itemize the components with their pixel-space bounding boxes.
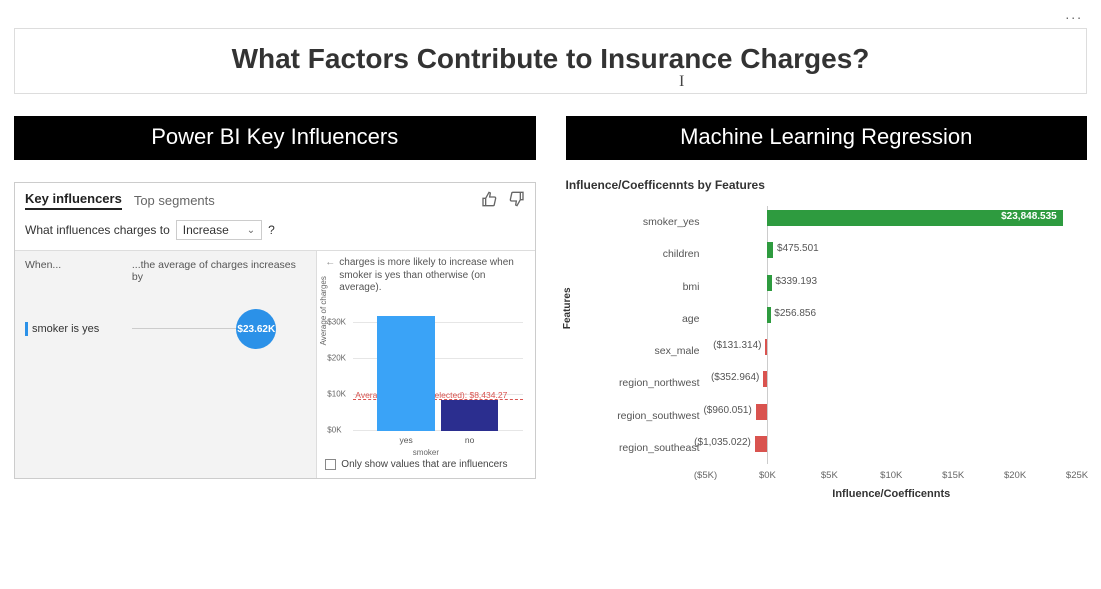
ml-row-region_northwest[interactable]: region_northwest($352.964) (706, 367, 1078, 399)
ml-row-region_southeast[interactable]: region_southeast($1,035.022) (706, 432, 1078, 464)
tab-top-segments[interactable]: Top segments (134, 193, 215, 208)
ml-bar (767, 307, 770, 323)
ml-xtick: $10K (880, 470, 902, 481)
ml-row-bmi[interactable]: bmi$339.193 (706, 271, 1078, 303)
ml-row-smoker_yes[interactable]: smoker_yes$23,848.535 (706, 206, 1078, 238)
xlabel-yes: yes (377, 435, 435, 445)
help-icon[interactable]: ? (268, 223, 275, 237)
left-section-header: Power BI Key Influencers (14, 116, 536, 160)
text-cursor: I (679, 73, 684, 91)
right-section-header: Machine Learning Regression (566, 116, 1088, 160)
chevron-down-icon: ⌄ (247, 225, 255, 236)
influencer-factor: smoker is yes (32, 323, 99, 335)
ml-category-label: region_southeast (619, 442, 706, 454)
influencers-list: When... ...the average of charges increa… (15, 251, 316, 478)
ytick-0: $0K (327, 425, 341, 434)
ml-xtick: $5K (821, 470, 838, 481)
bar-no[interactable] (441, 400, 499, 430)
explanation-text: charges is more likely to increase when … (339, 257, 526, 295)
ml-bar-chart: Features smoker_yes$23,848.535children$4… (566, 200, 1088, 500)
only-influencers-label: Only show values that are influencers (341, 459, 507, 470)
increases-header: ...the average of charges increases by (132, 259, 306, 283)
tab-key-influencers[interactable]: Key influencers (25, 191, 122, 210)
explanation-panel: ← charges is more likely to increase whe… (316, 251, 534, 478)
influencer-row[interactable]: smoker is yes $23.62K (25, 309, 306, 349)
xlabel-no: no (441, 435, 499, 445)
ml-yaxis-label: Features (562, 287, 573, 329)
ml-bar (765, 339, 767, 355)
ml-bar (767, 242, 773, 258)
ml-category-label: bmi (683, 281, 706, 293)
ml-chart-title: Influence/Coefficennts by Features (566, 178, 1088, 192)
ml-row-region_southwest[interactable]: region_southwest($960.051) (706, 400, 1078, 432)
ytick-10: $10K (327, 389, 346, 398)
mini-bar-chart: Average of charges $0K $10K $20K $30K Av… (325, 305, 526, 455)
ml-value-label: ($352.964) (711, 372, 759, 383)
ml-row-sex_male[interactable]: sex_male($131.314) (706, 335, 1078, 367)
ml-bar (756, 404, 768, 420)
ml-value-label: ($131.314) (713, 340, 761, 351)
bar-yes[interactable] (377, 316, 435, 431)
mini-xaxis-label: smoker (325, 448, 526, 457)
ml-xtick: ($5K) (694, 470, 717, 481)
ml-value-label: ($960.051) (703, 405, 751, 416)
more-menu-icon[interactable]: ... (1065, 6, 1083, 22)
left-column: Power BI Key Influencers Key influencers… (14, 116, 536, 500)
key-influencers-panel: Key influencers Top segments What influe… (14, 182, 536, 479)
ml-xtick: $25K (1066, 470, 1088, 481)
ml-value-label: $23,848.535 (1001, 211, 1063, 222)
ml-category-label: age (682, 313, 706, 325)
ml-category-label: region_southwest (617, 410, 705, 422)
selected-tick-icon (25, 322, 28, 336)
page-title: What Factors Contribute to Insurance Cha… (25, 43, 1076, 75)
mini-yaxis-label: Average of charges (319, 276, 328, 345)
ml-value-label: $256.856 (774, 308, 816, 319)
ml-value-label: ($1,035.022) (694, 437, 751, 448)
right-column: Machine Learning Regression Influence/Co… (566, 116, 1088, 500)
ml-xtick: $20K (1004, 470, 1026, 481)
only-influencers-checkbox[interactable] (325, 459, 336, 470)
ml-bar (755, 436, 768, 452)
ml-xaxis-label: Influence/Coefficennts (706, 488, 1078, 500)
ml-category-label: region_northwest (619, 377, 706, 389)
ml-category-label: smoker_yes (643, 216, 706, 228)
ml-xtick: $0K (759, 470, 776, 481)
ml-value-label: $475.501 (777, 243, 819, 254)
thumbs-down-icon[interactable] (509, 191, 525, 210)
thumbs-up-icon[interactable] (481, 191, 497, 210)
ml-row-age[interactable]: age$256.856 (706, 303, 1078, 335)
ml-xtick: $15K (942, 470, 964, 481)
select-value: Increase (183, 223, 229, 237)
influence-bubble: $23.62K (236, 309, 276, 349)
ml-category-label: children (663, 248, 706, 260)
title-container: What Factors Contribute to Insurance Cha… (14, 28, 1087, 94)
influence-direction-select[interactable]: Increase ⌄ (176, 220, 262, 240)
ml-row-children[interactable]: children$475.501 (706, 238, 1078, 270)
question-prefix: What influences charges to (25, 223, 170, 237)
ml-bar (767, 275, 771, 291)
ml-bar (763, 371, 767, 387)
ml-value-label: $339.193 (775, 276, 817, 287)
ytick-30: $30K (327, 317, 346, 326)
when-header: When... (25, 259, 132, 283)
ml-category-label: sex_male (655, 345, 706, 357)
ytick-20: $20K (327, 353, 346, 362)
